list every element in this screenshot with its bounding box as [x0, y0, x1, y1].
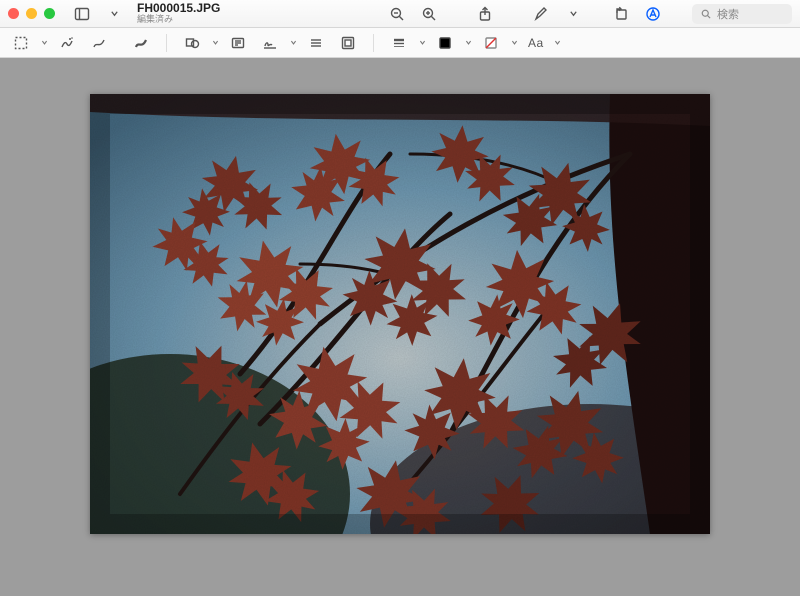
stroke-color-icon[interactable]	[478, 32, 504, 54]
selection-tool-icon[interactable]	[8, 32, 34, 54]
sidebar-icon[interactable]	[71, 4, 93, 24]
adjust-color-icon[interactable]	[303, 32, 329, 54]
canvas-area[interactable]	[0, 58, 800, 596]
close-window-button[interactable]	[8, 8, 19, 19]
window-subtitle: 編集済み	[137, 15, 220, 25]
titlebar: FH000015.JPG 編集済み 検索	[0, 0, 800, 28]
fill-color-icon[interactable]	[432, 32, 458, 54]
markup-toggle-icon[interactable]	[642, 4, 664, 24]
draw-icon[interactable]	[128, 32, 154, 54]
minimize-window-button[interactable]	[26, 8, 37, 19]
markup-toolbar: Aa	[0, 28, 800, 58]
zoom-out-icon[interactable]	[386, 4, 408, 24]
fullscreen-window-button[interactable]	[44, 8, 55, 19]
border-style-icon[interactable]	[386, 32, 412, 54]
font-style-label: Aa	[528, 36, 544, 50]
sign-chevron-icon[interactable]	[289, 32, 297, 54]
sketch-icon[interactable]	[86, 32, 112, 54]
search-icon	[700, 8, 712, 20]
markup-pen-icon[interactable]	[530, 4, 552, 24]
instant-alpha-icon[interactable]	[54, 32, 80, 54]
shapes-chevron-icon[interactable]	[211, 32, 219, 54]
font-style-button[interactable]: Aa	[524, 32, 548, 54]
text-icon[interactable]	[225, 32, 251, 54]
shapes-icon[interactable]	[179, 32, 205, 54]
rotate-icon[interactable]	[610, 4, 632, 24]
font-style-chevron-icon[interactable]	[554, 32, 562, 54]
stroke-color-chevron-icon[interactable]	[510, 32, 518, 54]
search-field[interactable]: 検索	[692, 4, 792, 24]
title-block: FH000015.JPG 編集済み	[137, 2, 220, 25]
sidebar-menu-chevron-icon[interactable]	[103, 4, 125, 24]
search-placeholder: 検索	[717, 6, 739, 22]
fill-color-chevron-icon[interactable]	[464, 32, 472, 54]
crop-icon[interactable]	[335, 32, 361, 54]
border-style-chevron-icon[interactable]	[418, 32, 426, 54]
window-controls	[8, 8, 55, 19]
zoom-in-icon[interactable]	[418, 4, 440, 24]
photo-content	[90, 94, 710, 534]
share-icon[interactable]	[474, 4, 496, 24]
sign-icon[interactable]	[257, 32, 283, 54]
selection-tool-chevron-icon[interactable]	[40, 32, 48, 54]
markup-pen-chevron-icon[interactable]	[562, 4, 584, 24]
